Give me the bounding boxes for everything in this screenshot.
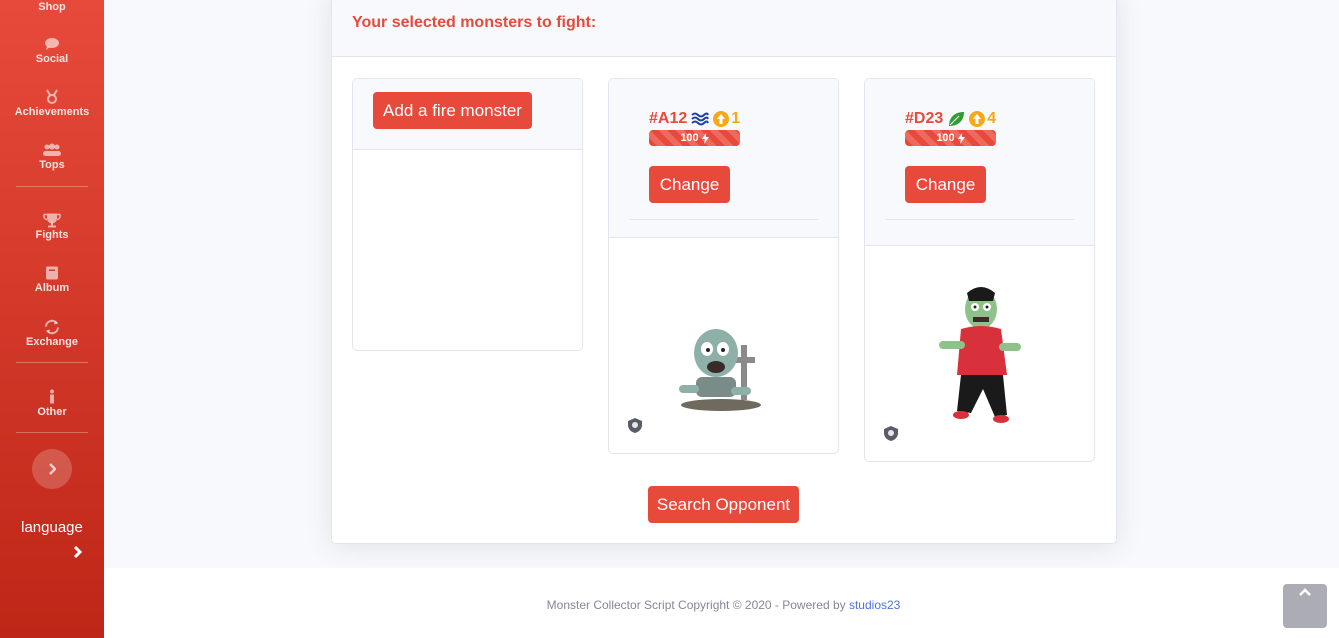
card-header: Your selected monsters to fight: — [332, 0, 1116, 57]
monster-level: 4 — [969, 110, 996, 128]
leaf-icon — [949, 112, 965, 126]
sidebar-item-exchange[interactable]: Exchange — [0, 319, 104, 348]
sync-icon — [45, 319, 59, 335]
medal-icon — [46, 89, 58, 104]
monster-id-text: #D23 — [905, 110, 944, 127]
scroll-to-top-button[interactable] — [1283, 584, 1327, 628]
bolt-icon — [957, 132, 965, 144]
sidebar-item-social[interactable]: Social — [0, 36, 104, 65]
sidebar-item-label: Tops — [39, 159, 65, 171]
zombie-monster-image — [679, 329, 761, 411]
monster-id: #D23 4 — [905, 110, 996, 128]
sidebar-divider — [16, 362, 88, 363]
monster-level-text: 4 — [987, 110, 997, 127]
monster-slot-a12: #A12 1 100 Change — [608, 78, 839, 454]
change-monster-button[interactable]: Change — [649, 166, 730, 203]
chevron-up-icon — [1299, 588, 1311, 596]
monster-id: #A12 1 — [649, 110, 740, 128]
footer: Monster Collector Script Copyright © 202… — [104, 568, 1339, 638]
divider — [629, 219, 818, 220]
monster-level-text: 1 — [731, 110, 741, 127]
monster-slot-header: #A12 1 100 Change — [609, 79, 838, 238]
energy-value: 100 — [936, 132, 955, 144]
shield-icon — [884, 426, 898, 441]
monster-id-text: #A12 — [649, 110, 688, 127]
water-icon — [691, 112, 710, 126]
sidebar-item-label: Other — [37, 406, 67, 418]
sidebar-divider — [16, 432, 88, 433]
sidebar-item-label: Fights — [35, 229, 69, 241]
sidebar: Shop Social Achievements Tops Fights Alb… — [0, 0, 104, 638]
card-title: Your selected monsters to fight: — [352, 14, 597, 31]
monster-slot-d23: #D23 4 100 Change — [864, 78, 1095, 462]
bolt-icon — [701, 132, 709, 144]
sidebar-item-label: Shop — [38, 1, 66, 13]
sidebar-item-album[interactable]: Album — [0, 265, 104, 294]
level-up-icon — [969, 111, 986, 127]
chevron-right-icon[interactable] — [73, 545, 83, 559]
footer-text: Monster Collector Script Copyright © 202… — [104, 598, 1339, 612]
shield-icon — [628, 418, 642, 433]
info-icon — [50, 389, 54, 404]
sidebar-item-label: Album — [34, 282, 70, 294]
book-icon — [46, 266, 58, 280]
chevron-right-icon — [49, 463, 56, 475]
comment-icon — [45, 38, 59, 50]
trophy-icon — [43, 213, 61, 228]
sidebar-divider — [16, 186, 88, 187]
change-monster-button[interactable]: Change — [905, 166, 986, 203]
energy-bar: 100 — [649, 130, 740, 146]
sidebar-item-fights[interactable]: Fights — [0, 212, 104, 241]
energy-bar: 100 — [905, 130, 996, 146]
language-label[interactable]: language — [0, 519, 104, 536]
level-up-icon — [713, 111, 730, 127]
studios23-link[interactable]: studios23 — [849, 598, 900, 612]
sidebar-item-tops[interactable]: Tops — [0, 142, 104, 171]
divider — [885, 219, 1074, 220]
sidebar-toggle-button[interactable] — [32, 449, 72, 489]
zombie-monster-image — [939, 287, 1021, 423]
sidebar-item-achievements[interactable]: Achievements — [0, 89, 104, 118]
users-icon — [43, 143, 61, 156]
monster-slot-empty: Add a fire monster — [352, 78, 583, 351]
copyright-text: Monster Collector Script Copyright © 202… — [546, 598, 846, 612]
sidebar-item-shop[interactable]: Shop — [0, 0, 104, 13]
energy-value: 100 — [680, 132, 699, 144]
add-fire-monster-button[interactable]: Add a fire monster — [373, 92, 532, 129]
sidebar-item-label: Social — [35, 53, 69, 65]
monster-slot-header: Add a fire monster — [353, 79, 582, 150]
selected-monsters-card: Your selected monsters to fight: Add a f… — [331, 0, 1117, 544]
sidebar-item-label: Exchange — [26, 336, 78, 348]
monster-slot-header: #D23 4 100 Change — [865, 79, 1094, 246]
sidebar-item-other[interactable]: Other — [0, 389, 104, 418]
search-opponent-button[interactable]: Search Opponent — [648, 486, 799, 523]
monster-level: 1 — [713, 110, 740, 128]
sidebar-item-label: Achievements — [14, 106, 90, 118]
